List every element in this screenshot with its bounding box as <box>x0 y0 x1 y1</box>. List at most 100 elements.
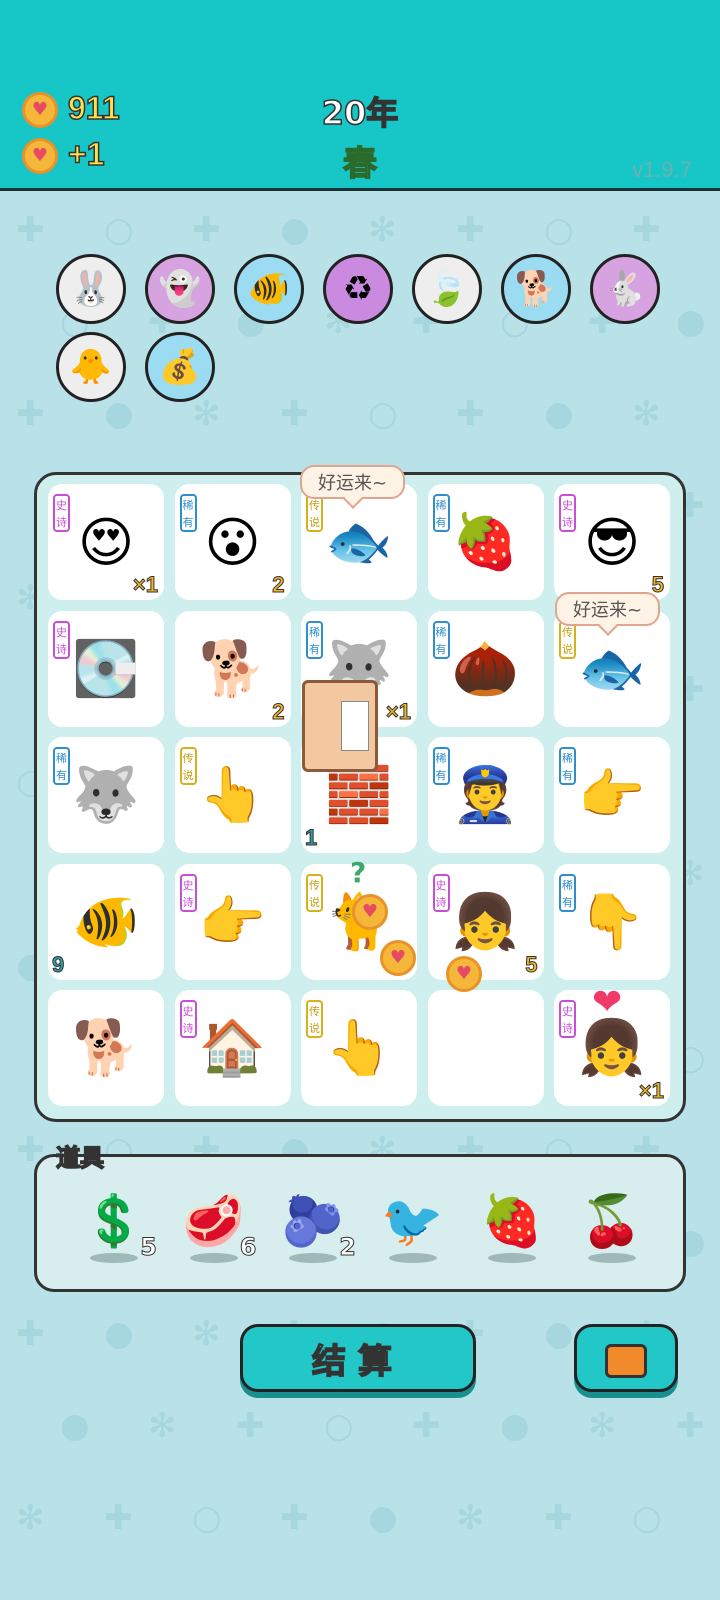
background-pattern-shape: ✻ <box>632 394 661 434</box>
background-pattern-shape: ✚ <box>16 1314 45 1354</box>
ghost-icon[interactable]: 👻 <box>145 254 215 324</box>
board-cell[interactable]: 🐠 9 <box>48 863 164 980</box>
background-pattern-shape: ✚ <box>236 1406 265 1446</box>
item-slot[interactable]: 💲 5 <box>79 1191 157 1271</box>
item-shadow <box>488 1253 536 1263</box>
board-cell[interactable] <box>427 990 544 1106</box>
board-cell[interactable]: 🌰 稀有 <box>427 610 544 727</box>
background-pattern-shape: ○ <box>632 1498 662 1538</box>
rarity-tag: 传说 <box>306 873 323 912</box>
background-pattern-shape: ● <box>368 1498 398 1538</box>
background-pattern-shape: ✚ <box>456 394 485 434</box>
item-shadow <box>189 1253 238 1263</box>
recycle-icon[interactable]: ♻ <box>323 254 393 324</box>
cell-count: 2 <box>272 572 285 598</box>
rarity-tag: 史诗 <box>559 494 576 532</box>
chick-icon[interactable]: 🐥 <box>56 332 126 402</box>
version-label: v1.9.7 <box>632 157 692 182</box>
board-cell[interactable]: 🐺 稀有 <box>48 737 164 853</box>
board-cell[interactable]: 👧 史诗 5 <box>427 863 544 980</box>
item-slot[interactable]: 🥩 6 <box>179 1191 257 1271</box>
item-shadow <box>388 1253 437 1263</box>
item-count: 2 <box>339 1233 357 1262</box>
rarity-tag: 稀有 <box>432 620 450 659</box>
settle-button[interactable]: 结算 <box>240 1324 476 1392</box>
liver-icon: 🥩 <box>182 1191 245 1250</box>
board-cell[interactable]: 💽 史诗 <box>48 610 164 727</box>
cell-count: ×1 <box>638 1078 664 1104</box>
background-pattern-shape: ● <box>104 394 134 434</box>
rarity-tag: 稀有 <box>559 873 576 912</box>
item-slot[interactable]: 🍒 <box>577 1191 647 1271</box>
item-shadow <box>90 1253 138 1263</box>
cell-count: 1 <box>304 825 318 851</box>
coin-icon: ♥ <box>380 940 416 976</box>
background-pattern-shape: ○ <box>544 210 574 250</box>
background-pattern-shape: ✚ <box>456 210 485 250</box>
background-pattern-shape: ✚ <box>544 1498 573 1538</box>
background-pattern-shape: ○ <box>192 1498 222 1538</box>
background-pattern-shape: ✻ <box>148 1406 177 1446</box>
background-pattern-shape: ✚ <box>16 394 45 434</box>
white-duck-icon: 🐦 <box>381 1191 444 1250</box>
background-pattern-shape: ○ <box>368 394 398 434</box>
board-cell[interactable]: 👮 稀有 <box>427 737 544 853</box>
bayberry-icon: 🍒 <box>580 1191 643 1250</box>
item-slot[interactable]: 🫐 2 <box>278 1191 356 1271</box>
board-cell[interactable]: 👆 传说 <box>174 737 291 853</box>
rarity-tag: 史诗 <box>179 873 197 912</box>
background-pattern-shape: ✚ <box>16 210 45 250</box>
rabbit-icon[interactable]: 🐇 <box>590 254 660 324</box>
brown-dog-icon: 🐕 <box>72 1016 140 1079</box>
board-cell[interactable]: 🐕 <box>48 990 164 1106</box>
question-mark: ? <box>350 856 367 889</box>
dog-sunglasses-icon[interactable]: 🐕 <box>501 254 571 324</box>
board-cell[interactable]: 👉 史诗 <box>174 863 291 980</box>
background-pattern-shape: ● <box>500 1406 530 1446</box>
bag-button[interactable] <box>574 1324 678 1392</box>
board-cell[interactable]: 🏠 史诗 <box>174 990 291 1106</box>
season-label: 春 <box>342 143 378 185</box>
cell-count: ×1 <box>132 572 158 598</box>
background-pattern-shape: ● <box>280 210 310 250</box>
fishbowl-icon[interactable]: 🐠 <box>234 254 304 324</box>
rarity-tag: 史诗 <box>53 620 70 659</box>
rarity-tag: 传说 <box>179 747 197 785</box>
background-pattern-shape: ✻ <box>16 1498 45 1538</box>
rarity-tag: 传说 <box>306 494 323 532</box>
background-pattern-shape: ● <box>544 1314 574 1354</box>
year-label: 20年 <box>321 93 399 133</box>
board-cell[interactable]: 😍 史诗 ×1 <box>48 484 164 600</box>
board-cell[interactable]: 🍓 稀有 <box>427 484 544 600</box>
board-cell[interactable]: 🐕 2 <box>174 610 291 727</box>
item-slot[interactable]: 🐦 <box>378 1191 448 1271</box>
rarity-tag: 稀有 <box>179 494 197 532</box>
goldfish-icon: 🐠 <box>72 889 140 953</box>
leaf-icon[interactable]: 🍃 <box>412 254 482 324</box>
board-cell[interactable]: 😮 稀有 2 <box>174 484 291 600</box>
rabbit-icon[interactable]: 🐰 <box>56 254 126 324</box>
background-pattern-shape: ● <box>60 1406 90 1446</box>
rarity-tag: 史诗 <box>53 494 70 532</box>
items-title: 道具 <box>55 1143 105 1173</box>
coin-icon: ♥ <box>352 894 388 930</box>
board-cell[interactable]: 😎 史诗 5 <box>554 484 670 600</box>
sack-icon[interactable]: 💰 <box>145 332 215 402</box>
background-pattern-shape: ● <box>104 1314 134 1354</box>
slot-board: 😍 史诗 ×1 😮 稀有 2 🐟 传说 🍓 稀有 😎 史诗 5 💽 史诗 🐕 2 🐺 稀有 ×1 🌰 稀有 🐟 传说 🐺 稀有 👆 传… <box>34 472 686 1122</box>
item-count: 6 <box>239 1233 257 1262</box>
settle-button-label: 结算 <box>311 1341 404 1383</box>
package-icon <box>302 680 378 772</box>
background-pattern-shape: ● <box>676 302 706 342</box>
background-pattern-shape: ✻ <box>588 1406 617 1446</box>
cell-count: 9 <box>51 951 65 977</box>
item-slot[interactable]: 🍓 <box>477 1191 547 1271</box>
board-cell[interactable]: 👆 传说 <box>301 990 417 1106</box>
item-count: 5 <box>140 1233 158 1262</box>
background-pattern-shape: ✻ <box>192 1314 221 1354</box>
rarity-tag: 传说 <box>306 1000 323 1038</box>
background-pattern-shape: ✚ <box>280 394 309 434</box>
board-cell[interactable]: 👇 稀有 <box>554 863 670 980</box>
board-cell[interactable]: 👉 稀有 <box>554 737 670 853</box>
background-pattern-shape: ○ <box>324 1406 354 1446</box>
